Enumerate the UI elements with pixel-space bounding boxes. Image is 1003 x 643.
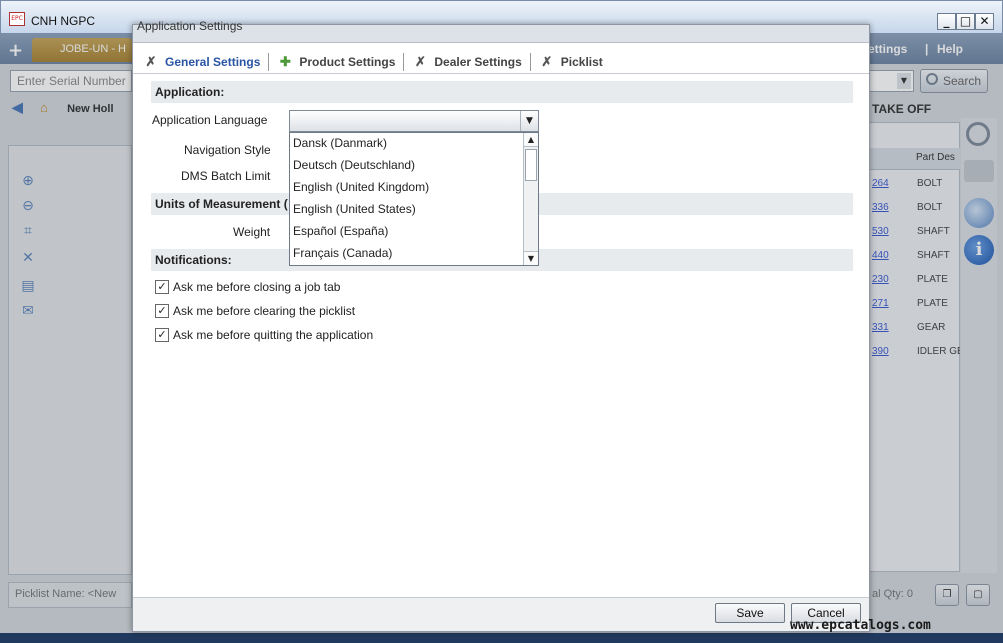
scroll-down-arrow-icon[interactable]: ▼ <box>524 251 538 265</box>
dialog-title: Application Settings <box>137 19 243 33</box>
language-dropdown-list: Dansk (Danmark) Deutsch (Deutschland) En… <box>289 132 539 266</box>
tab-label: General Settings <box>165 55 261 69</box>
confirm-close-job-tab-checkbox[interactable]: ✓ <box>155 280 169 294</box>
minimize-button[interactable]: _ <box>937 13 956 30</box>
wrench-icon: ✗ <box>414 54 426 69</box>
language-option[interactable]: English (United States) <box>290 199 522 221</box>
tab-dealer-settings[interactable]: ✗ Dealer Settings <box>406 54 527 70</box>
dms-batch-limit-label: DMS Batch Limit <box>181 169 271 183</box>
maximize-button[interactable]: □ <box>956 13 975 30</box>
language-option[interactable]: English (United Kingdom) <box>290 177 522 199</box>
tab-product-settings[interactable]: ✚ Product Settings <box>271 54 401 70</box>
watermark-text: www.epcatalogs.com <box>790 618 931 633</box>
close-window-button[interactable]: ✕ <box>975 13 994 30</box>
tab-divider <box>403 53 405 71</box>
confirm-clear-picklist-checkbox[interactable]: ✓ <box>155 304 169 318</box>
confirm-clear-picklist-label[interactable]: Ask me before clearing the picklist <box>173 304 355 318</box>
tab-divider <box>268 53 270 71</box>
tab-label: Dealer Settings <box>434 55 522 69</box>
language-option[interactable]: Deutsch (Deutschland) <box>290 155 522 177</box>
confirm-quit-application-checkbox[interactable]: ✓ <box>155 328 169 342</box>
navigation-style-label: Navigation Style <box>184 143 271 157</box>
tab-label: Picklist <box>560 55 603 69</box>
application-language-select[interactable]: ▼ <box>289 110 539 132</box>
save-button[interactable]: Save <box>715 603 785 623</box>
tabs-divider <box>133 73 869 74</box>
dropdown-scrollbar[interactable]: ▲ ▼ <box>523 133 538 265</box>
scroll-up-arrow-icon[interactable]: ▲ <box>524 133 538 147</box>
language-option[interactable]: Español (España) <box>290 221 522 243</box>
confirm-quit-application-label[interactable]: Ask me before quitting the application <box>173 328 373 342</box>
chevron-down-icon[interactable]: ▼ <box>520 111 538 131</box>
scrollbar-thumb[interactable] <box>525 149 537 181</box>
language-option[interactable]: Français (Canada) <box>290 243 522 265</box>
tab-general-settings[interactable]: ✗ General Settings <box>137 54 266 70</box>
window-title: CNH NGPC <box>31 14 96 28</box>
tab-divider <box>529 53 531 71</box>
language-option[interactable]: Dansk (Danmark) <box>290 133 522 155</box>
tab-label: Product Settings <box>299 55 396 69</box>
section-application: Application: <box>151 81 853 103</box>
confirm-close-job-tab-label[interactable]: Ask me before closing a job tab <box>173 280 340 294</box>
wrench-icon: ✗ <box>541 54 553 69</box>
dialog-title-strip: Application Settings <box>133 19 869 43</box>
tab-picklist[interactable]: ✗ Picklist <box>533 54 609 70</box>
settings-dialog: Application Settings ✗ General Settings … <box>132 19 870 632</box>
wrench-icon: ✗ <box>145 54 157 69</box>
weight-label: Weight <box>233 225 271 239</box>
puzzle-icon: ✚ <box>279 54 291 69</box>
application-language-label: Application Language <box>152 113 268 127</box>
app-logo-icon: EPC <box>9 12 25 26</box>
settings-tabs: ✗ General Settings ✚ Product Settings ✗ … <box>137 51 609 73</box>
